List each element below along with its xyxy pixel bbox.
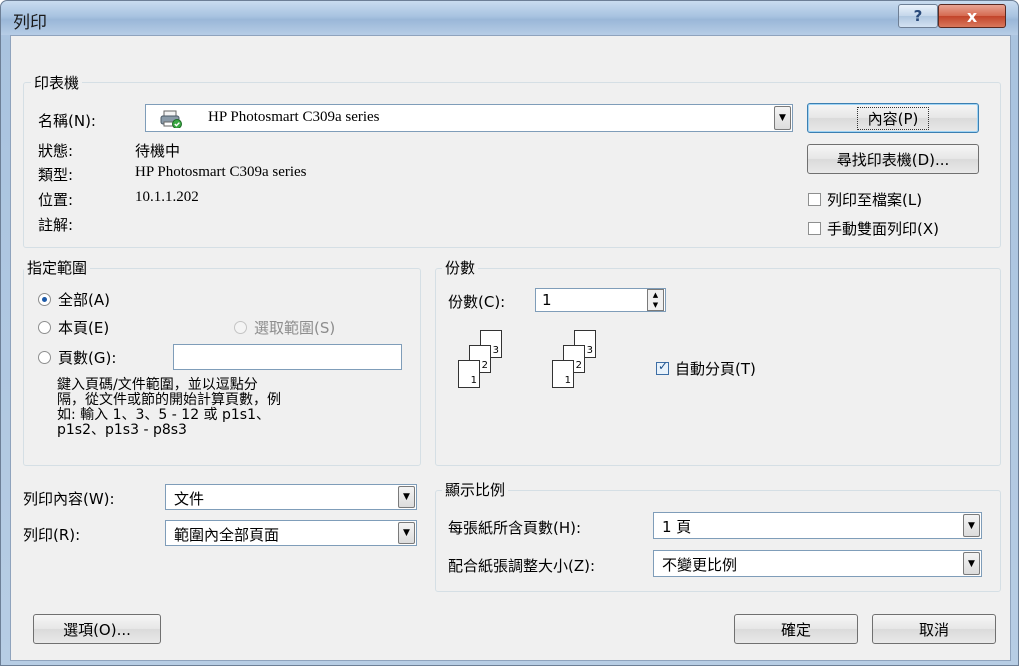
chevron-down-icon[interactable]: ▼ xyxy=(398,522,415,544)
where-value: 10.1.1.202 xyxy=(135,189,199,205)
print-what-label: 列印內容(W): xyxy=(23,490,115,508)
window-title: 列印 xyxy=(13,13,47,33)
spin-up-icon[interactable]: ▲ xyxy=(653,291,658,299)
copies-label: 份數(C): xyxy=(448,293,506,311)
page-icon: 1 xyxy=(458,360,480,388)
print-dialog: 列印 ? x 印表機 名稱(N): HP Photosmart C309a se… xyxy=(0,0,1019,666)
print-to-file-checkbox[interactable] xyxy=(808,193,821,206)
close-button[interactable]: x xyxy=(938,4,1006,28)
page-range-hint: 鍵入頁碼/文件範圍，並以逗點分 隔，從文件或節的開始計算頁數，例 如: 輸入 1… xyxy=(57,377,281,438)
range-pages-label[interactable]: 頁數(G): xyxy=(58,347,116,368)
cancel-button[interactable]: 取消 xyxy=(872,614,996,644)
printer-name-select[interactable]: HP Photosmart C309a series ▼ xyxy=(145,104,793,132)
printer-name-label: 名稱(N): xyxy=(38,112,96,130)
print-what-select[interactable]: 文件 ▼ xyxy=(165,484,417,510)
chevron-down-icon[interactable]: ▼ xyxy=(963,514,980,537)
spin-down-icon[interactable]: ▼ xyxy=(653,301,658,309)
copies-group-label: 份數 xyxy=(442,257,479,278)
range-selection-label[interactable]: 選取範圍(S) xyxy=(254,317,335,338)
properties-button[interactable]: 內容(P) xyxy=(807,103,979,133)
status-label: 狀態: xyxy=(38,142,74,160)
page-range-group-label: 指定範圍 xyxy=(24,257,91,278)
range-selection-radio[interactable] xyxy=(234,321,247,334)
printer-name-value: HP Photosmart C309a series xyxy=(208,109,380,125)
find-printer-button[interactable]: 尋找印表機(D)... xyxy=(807,144,979,174)
range-current-label[interactable]: 本頁(E) xyxy=(58,317,109,338)
range-pages-radio[interactable] xyxy=(38,351,51,364)
help-icon: ? xyxy=(913,7,923,25)
type-value: HP Photosmart C309a series xyxy=(135,164,307,180)
comment-label: 註解: xyxy=(38,216,74,234)
close-icon: x xyxy=(966,6,978,26)
print-to-file-label[interactable]: 列印至檔案(L) xyxy=(827,189,922,210)
copies-spinner[interactable]: ▲ ▼ xyxy=(647,289,664,311)
manual-duplex-label[interactable]: 手動雙面列印(X) xyxy=(827,218,939,239)
type-label: 類型: xyxy=(38,166,74,184)
title-bar: 列印 ? x xyxy=(1,1,1018,35)
chevron-down-icon[interactable]: ▼ xyxy=(963,552,980,575)
pages-per-sheet-select[interactable]: 1 頁 ▼ xyxy=(653,512,982,539)
pages-input[interactable] xyxy=(173,344,402,370)
collate-checkbox[interactable] xyxy=(656,359,669,375)
scale-label: 配合紙張調整大小(Z): xyxy=(448,557,596,575)
range-all-radio[interactable] xyxy=(38,293,51,306)
scale-select[interactable]: 不變更比例 ▼ xyxy=(653,550,982,577)
pages-per-sheet-label: 每張紙所含頁數(H): xyxy=(448,519,582,537)
printer-group-label: 印表機 xyxy=(31,72,83,93)
where-label: 位置: xyxy=(38,191,74,209)
chevron-down-icon[interactable]: ▼ xyxy=(774,106,791,130)
ok-button[interactable]: 確定 xyxy=(734,614,858,644)
range-current-radio[interactable] xyxy=(38,321,51,334)
dialog-body: 印表機 名稱(N): HP Photosmart C309a series ▼ … xyxy=(10,35,1011,661)
zoom-group-label: 顯示比例 xyxy=(442,479,509,500)
printer-icon xyxy=(160,110,182,129)
chevron-down-icon[interactable]: ▼ xyxy=(398,486,415,508)
range-all-label[interactable]: 全部(A) xyxy=(58,289,110,310)
options-button[interactable]: 選項(O)... xyxy=(33,614,161,644)
collate-label[interactable]: 自動分頁(T) xyxy=(675,358,756,379)
print-range-select[interactable]: 範圍內全部頁面 ▼ xyxy=(165,520,417,546)
status-value: 待機中 xyxy=(135,142,181,160)
help-button[interactable]: ? xyxy=(898,4,938,28)
print-range-label: 列印(R): xyxy=(23,526,81,544)
page-icon: 1 xyxy=(552,360,574,388)
manual-duplex-checkbox[interactable] xyxy=(808,222,821,235)
